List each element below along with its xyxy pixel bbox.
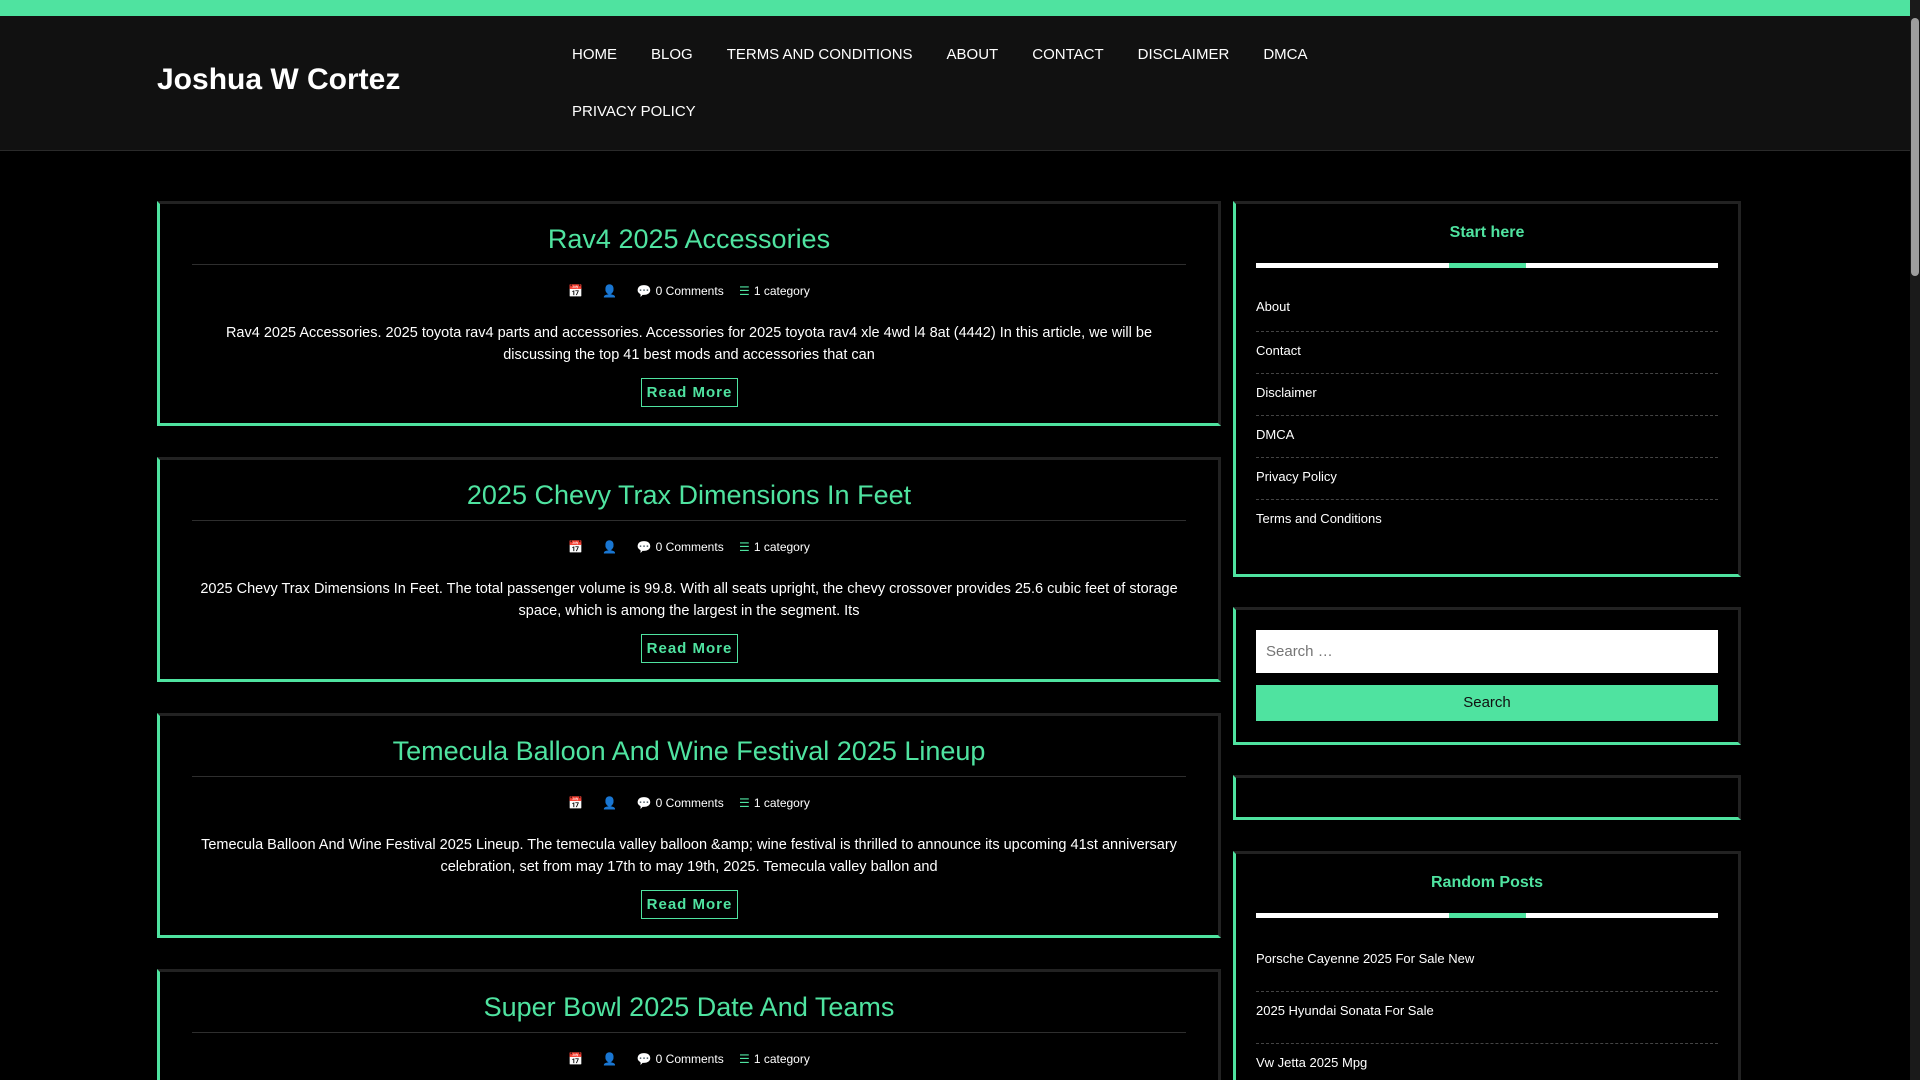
main-nav: HOME BLOG TERMS AND CONDITIONS ABOUT CON… xyxy=(572,16,1372,122)
post-comments[interactable]: 💬 0 Comments xyxy=(637,540,724,554)
read-more-button[interactable]: Read More xyxy=(641,634,738,663)
widget-title: Random Posts xyxy=(1430,874,1543,891)
random-post-link[interactable]: 2025 Hyundai Sonata For Sale xyxy=(1256,992,1718,1044)
nav-contact[interactable]: CONTACT xyxy=(1032,45,1103,70)
post-card: Temecula Balloon And Wine Festival 2025 … xyxy=(157,713,1221,938)
post-meta: 📅 👤 💬 0 Comments ☰ 1 category xyxy=(160,796,1218,810)
post-meta: 📅 👤 💬 0 Comments ☰ 1 category xyxy=(160,284,1218,298)
post-author[interactable]: 👤 xyxy=(602,284,621,298)
divider xyxy=(192,520,1186,521)
post-card: Super Bowl 2025 Date And Teams 📅 👤 💬 0 Co… xyxy=(157,969,1221,1080)
site-header: Joshua W Cortez HOME BLOG TERMS AND COND… xyxy=(0,16,1920,151)
search-widget: Search xyxy=(1233,607,1741,745)
start-here-list: About Contact Disclaimer DMCA Privacy Po… xyxy=(1256,290,1718,542)
post-excerpt: Temecula Balloon And Wine Festival 2025 … xyxy=(201,837,1177,875)
random-post-link[interactable]: Porsche Cayenne 2025 For Sale New xyxy=(1256,940,1718,992)
sidebar-link-privacy[interactable]: Privacy Policy xyxy=(1256,458,1718,500)
post-date[interactable]: 📅 xyxy=(568,540,587,554)
post-author[interactable]: 👤 xyxy=(602,796,621,810)
random-post-link[interactable]: Vw Jetta 2025 Mpg xyxy=(1256,1044,1718,1080)
post-date[interactable]: 📅 xyxy=(568,796,587,810)
calendar-icon: 📅 xyxy=(568,796,584,810)
post-excerpt: 2025 Chevy Trax Dimensions In Feet. The … xyxy=(200,581,1178,619)
post-card: Rav4 2025 Accessories 📅 👤 💬 0 Comments ☰ 1… xyxy=(157,201,1221,426)
top-accent-bar xyxy=(0,0,1920,16)
post-category[interactable]: ☰ 1 category xyxy=(739,796,810,810)
search-button[interactable]: Search xyxy=(1256,685,1718,721)
read-more-button[interactable]: Read More xyxy=(641,378,738,407)
site-title[interactable]: Joshua W Cortez xyxy=(157,63,400,97)
calendar-icon: 📅 xyxy=(568,1052,584,1066)
post-title[interactable]: Temecula Balloon And Wine Festival 2025 … xyxy=(160,736,1218,767)
nav-about[interactable]: ABOUT xyxy=(947,45,999,70)
user-icon: 👤 xyxy=(602,540,618,554)
calendar-icon: 📅 xyxy=(568,284,584,298)
nav-terms[interactable]: TERMS AND CONDITIONS xyxy=(727,45,913,70)
post-meta: 📅 👤 💬 0 Comments ☰ 1 category xyxy=(160,540,1218,554)
search-input[interactable] xyxy=(1256,630,1718,673)
sidebar-link-disclaimer[interactable]: Disclaimer xyxy=(1256,374,1718,416)
widget-divider xyxy=(1256,913,1718,918)
user-icon: 👤 xyxy=(602,284,618,298)
nav-dmca[interactable]: DMCA xyxy=(1263,45,1307,70)
post-author[interactable]: 👤 xyxy=(602,1052,621,1066)
post-category[interactable]: ☰ 1 category xyxy=(739,540,810,554)
scrollbar-thumb[interactable] xyxy=(1911,18,1919,276)
post-card: 2025 Chevy Trax Dimensions In Feet 📅 👤 💬… xyxy=(157,457,1221,682)
post-comments[interactable]: 💬 0 Comments xyxy=(637,1052,724,1066)
nav-blog[interactable]: BLOG xyxy=(651,45,693,70)
comments-icon: 💬 xyxy=(636,284,652,298)
post-author[interactable]: 👤 xyxy=(602,540,621,554)
divider xyxy=(192,776,1186,777)
post-category[interactable]: ☰ 1 category xyxy=(739,1052,810,1066)
user-icon: 👤 xyxy=(602,796,618,810)
empty-widget xyxy=(1233,775,1741,820)
list-icon: ☰ xyxy=(739,284,750,298)
post-date[interactable]: 📅 xyxy=(568,1052,587,1066)
nav-home[interactable]: HOME xyxy=(572,45,617,70)
sidebar-link-about[interactable]: About xyxy=(1256,290,1718,332)
calendar-icon: 📅 xyxy=(568,540,584,554)
widget-title: Start here xyxy=(1449,224,1525,241)
nav-disclaimer[interactable]: DISCLAIMER xyxy=(1138,45,1230,70)
divider xyxy=(192,1032,1186,1033)
post-date[interactable]: 📅 xyxy=(568,284,587,298)
list-icon: ☰ xyxy=(739,796,750,810)
comments-icon: 💬 xyxy=(636,540,652,554)
post-category[interactable]: ☰ 1 category xyxy=(739,284,810,298)
read-more-button[interactable]: Read More xyxy=(641,890,738,919)
widget-divider xyxy=(1256,263,1718,268)
post-title[interactable]: 2025 Chevy Trax Dimensions In Feet xyxy=(160,480,1218,511)
divider xyxy=(192,264,1186,265)
random-posts-list: Porsche Cayenne 2025 For Sale New 2025 H… xyxy=(1256,940,1718,1080)
nav-privacy-policy[interactable]: PRIVACY POLICY xyxy=(572,102,696,122)
comments-icon: 💬 xyxy=(636,1052,652,1066)
post-comments[interactable]: 💬 0 Comments xyxy=(637,796,724,810)
start-here-widget: Start here About Contact Disclaimer DMCA… xyxy=(1233,201,1741,577)
comments-icon: 💬 xyxy=(636,796,652,810)
post-meta: 📅 👤 💬 0 Comments ☰ 1 category xyxy=(160,1052,1218,1066)
post-title[interactable]: Super Bowl 2025 Date And Teams xyxy=(160,992,1218,1023)
user-icon: 👤 xyxy=(602,1052,618,1066)
post-title[interactable]: Rav4 2025 Accessories xyxy=(160,224,1218,255)
post-excerpt: Rav4 2025 Accessories. 2025 toyota rav4 … xyxy=(225,325,1153,363)
sidebar-link-contact[interactable]: Contact xyxy=(1256,332,1718,374)
list-icon: ☰ xyxy=(739,1052,750,1066)
random-posts-widget: Random Posts Porsche Cayenne 2025 For Sa… xyxy=(1233,851,1741,1080)
list-icon: ☰ xyxy=(739,540,750,554)
sidebar-link-terms[interactable]: Terms and Conditions xyxy=(1256,500,1718,542)
post-comments[interactable]: 💬 0 Comments xyxy=(637,284,724,298)
sidebar-link-dmca[interactable]: DMCA xyxy=(1256,416,1718,458)
